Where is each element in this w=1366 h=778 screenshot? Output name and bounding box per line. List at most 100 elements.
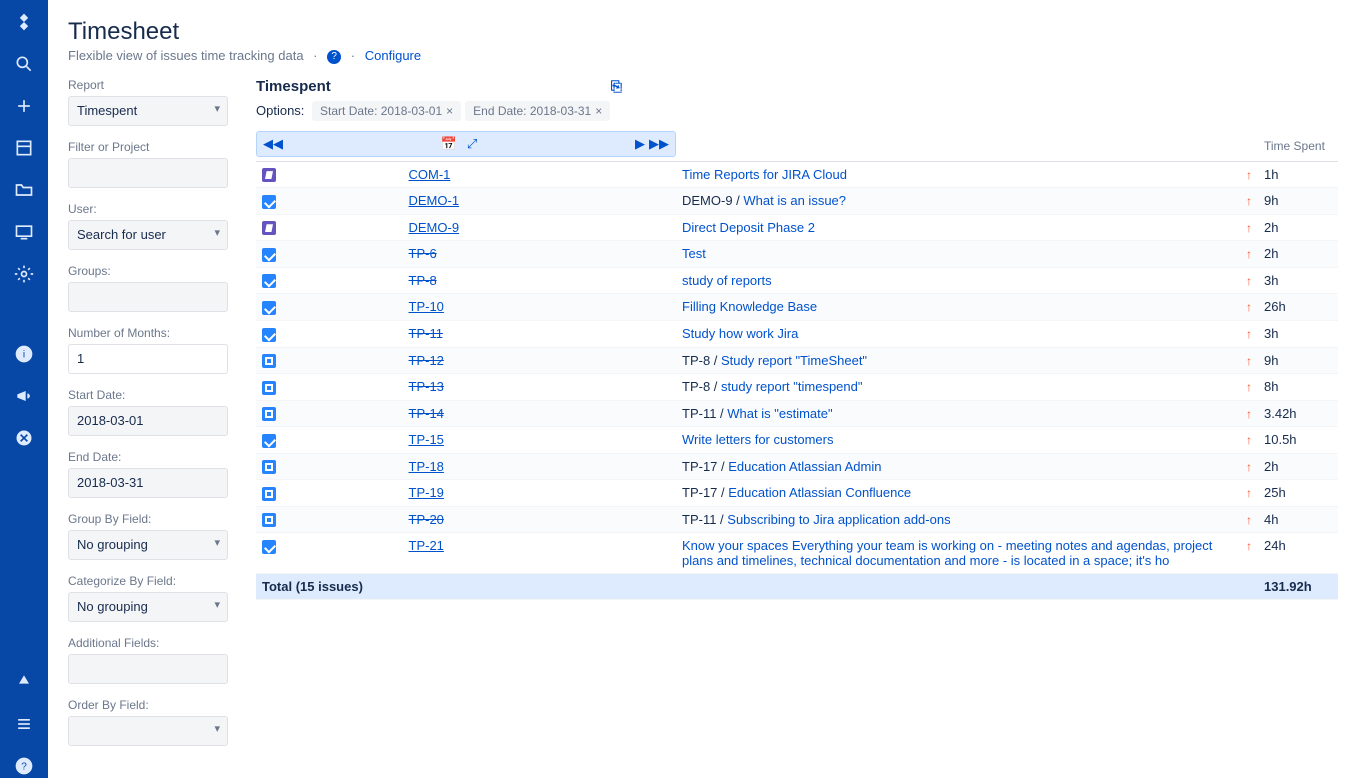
issue-key-link[interactable]: TP-20 bbox=[409, 512, 444, 527]
export-icon[interactable]: ⎘ bbox=[611, 78, 622, 95]
chip-remove-icon[interactable]: × bbox=[595, 104, 602, 118]
nav-next-icon[interactable]: ▶ bbox=[635, 136, 645, 152]
issue-key-link[interactable]: TP-15 bbox=[409, 432, 444, 447]
table-row: TP-6Test↑2h bbox=[256, 241, 1338, 268]
issue-summary-link[interactable]: Write letters for customers bbox=[682, 432, 833, 447]
total-value: 131.92h bbox=[1258, 574, 1338, 600]
priority-icon: ↑ bbox=[1246, 327, 1252, 341]
announce-icon[interactable] bbox=[12, 384, 36, 408]
menu-icon[interactable] bbox=[12, 712, 36, 736]
user-select[interactable]: Search for user bbox=[68, 220, 228, 250]
issue-summary-link[interactable]: Study how work Jira bbox=[682, 326, 798, 341]
report-title: Timespent bbox=[256, 78, 331, 95]
issue-summary-link[interactable]: What is "estimate" bbox=[727, 406, 832, 421]
total-label: Total (15 issues) bbox=[256, 574, 1258, 600]
help-icon[interactable]: ? bbox=[12, 754, 36, 778]
table-row: TP-20TP-11 / Subscribing to Jira applica… bbox=[256, 506, 1338, 533]
issue-summary-link[interactable]: Time Reports for JIRA Cloud bbox=[682, 167, 847, 182]
end-date-label: End Date: bbox=[68, 450, 228, 464]
issue-key-link[interactable]: TP-12 bbox=[409, 353, 444, 368]
issue-key-link[interactable]: TP-11 bbox=[409, 326, 443, 341]
calendar-icon[interactable]: 📅 bbox=[441, 136, 457, 152]
priority-icon: ↑ bbox=[1246, 380, 1252, 394]
dashboard-icon[interactable] bbox=[12, 136, 36, 160]
months-input[interactable] bbox=[68, 344, 228, 374]
nav-up-icon[interactable] bbox=[12, 670, 36, 694]
settings-icon[interactable] bbox=[12, 262, 36, 286]
issue-type-icon bbox=[262, 513, 276, 527]
issue-type-icon bbox=[262, 301, 276, 315]
issue-summary-link[interactable]: Subscribing to Jira application add-ons bbox=[727, 512, 950, 527]
page-subtitle: Flexible view of issues time tracking da… bbox=[68, 48, 1338, 64]
time-spent-value: 25h bbox=[1258, 480, 1338, 507]
issue-summary-link[interactable]: Direct Deposit Phase 2 bbox=[682, 220, 815, 235]
issue-summary-link[interactable]: study of reports bbox=[682, 273, 772, 288]
time-spent-value: 4h bbox=[1258, 506, 1338, 533]
table-row: TP-12TP-8 / Study report "TimeSheet"↑9h bbox=[256, 347, 1338, 374]
issue-summary-link[interactable]: Filling Knowledge Base bbox=[682, 299, 817, 314]
expand-icon[interactable]: ⤢ bbox=[467, 136, 477, 152]
issue-key-link[interactable]: DEMO-1 bbox=[409, 193, 460, 208]
nav-first-icon[interactable]: ◀◀ bbox=[263, 136, 283, 152]
issue-summary-link[interactable]: Education Atlassian Confluence bbox=[728, 485, 911, 500]
issue-key-link[interactable]: DEMO-9 bbox=[409, 220, 460, 235]
additional-fields-input[interactable] bbox=[68, 654, 228, 684]
issue-key-link[interactable]: TP-14 bbox=[409, 406, 444, 421]
report-label: Report bbox=[68, 78, 228, 92]
screen-icon[interactable] bbox=[12, 220, 36, 244]
issue-type-icon bbox=[262, 434, 276, 448]
report-select[interactable]: Timespent bbox=[68, 96, 228, 126]
groups-input[interactable] bbox=[68, 282, 228, 312]
issue-key-link[interactable]: TP-8 bbox=[409, 273, 437, 288]
start-date-input[interactable] bbox=[68, 406, 228, 436]
folder-icon[interactable] bbox=[12, 178, 36, 202]
issue-type-icon bbox=[262, 274, 276, 288]
issue-key-link[interactable]: COM-1 bbox=[409, 167, 451, 182]
table-row: TP-8study of reports↑3h bbox=[256, 267, 1338, 294]
issue-summary-link[interactable]: Education Atlassian Admin bbox=[728, 459, 881, 474]
time-spent-value: 8h bbox=[1258, 374, 1338, 401]
svg-text:i: i bbox=[23, 349, 25, 360]
filter-chip[interactable]: Start Date: 2018-03-01× bbox=[312, 101, 461, 121]
issue-summary-link[interactable]: Study report "TimeSheet" bbox=[721, 353, 867, 368]
close-icon[interactable] bbox=[12, 426, 36, 450]
catby-select[interactable]: No grouping bbox=[68, 592, 228, 622]
nav-last-icon[interactable]: ▶▶ bbox=[649, 136, 669, 152]
priority-icon: ↑ bbox=[1246, 539, 1252, 553]
table-row: TP-10Filling Knowledge Base↑26h bbox=[256, 294, 1338, 321]
create-icon[interactable] bbox=[12, 94, 36, 118]
page-header: Timesheet Flexible view of issues time t… bbox=[68, 18, 1338, 64]
jira-logo-icon[interactable] bbox=[12, 10, 36, 34]
issue-key-link[interactable]: TP-19 bbox=[409, 485, 444, 500]
issue-type-icon bbox=[262, 195, 276, 209]
configure-link[interactable]: Configure bbox=[365, 48, 421, 63]
info-icon[interactable]: i bbox=[12, 342, 36, 366]
issue-key-link[interactable]: TP-6 bbox=[409, 246, 437, 261]
issue-type-icon bbox=[262, 460, 276, 474]
search-icon[interactable] bbox=[12, 52, 36, 76]
end-date-input[interactable] bbox=[68, 468, 228, 498]
date-nav-bar: ◀◀ 📅 ⤢ ▶ ▶▶ bbox=[256, 131, 676, 157]
groups-label: Groups: bbox=[68, 264, 228, 278]
start-date-label: Start Date: bbox=[68, 388, 228, 402]
issue-summary-link[interactable]: Test bbox=[682, 246, 706, 261]
groupby-select[interactable]: No grouping bbox=[68, 530, 228, 560]
filter-project-input[interactable] bbox=[68, 158, 228, 188]
months-label: Number of Months: bbox=[68, 326, 228, 340]
filter-chip[interactable]: End Date: 2018-03-31× bbox=[465, 101, 610, 121]
issue-summary-link[interactable]: What is an issue? bbox=[743, 193, 846, 208]
issue-key-link[interactable]: TP-21 bbox=[409, 538, 444, 553]
help-circle-icon[interactable]: ? bbox=[327, 50, 341, 64]
orderby-select[interactable] bbox=[68, 716, 228, 746]
time-spent-value: 24h bbox=[1258, 533, 1338, 574]
time-spent-value: 2h bbox=[1258, 241, 1338, 268]
chip-remove-icon[interactable]: × bbox=[446, 104, 453, 118]
issue-summary-link[interactable]: study report "timespend" bbox=[721, 379, 862, 394]
issue-type-icon bbox=[262, 540, 276, 554]
issue-key-link[interactable]: TP-13 bbox=[409, 379, 444, 394]
table-row: TP-11Study how work Jira↑3h bbox=[256, 320, 1338, 347]
issue-type-icon bbox=[262, 407, 276, 421]
issue-summary-link[interactable]: Know your spaces Everything your team is… bbox=[682, 538, 1212, 568]
issue-key-link[interactable]: TP-18 bbox=[409, 459, 444, 474]
issue-key-link[interactable]: TP-10 bbox=[409, 299, 444, 314]
